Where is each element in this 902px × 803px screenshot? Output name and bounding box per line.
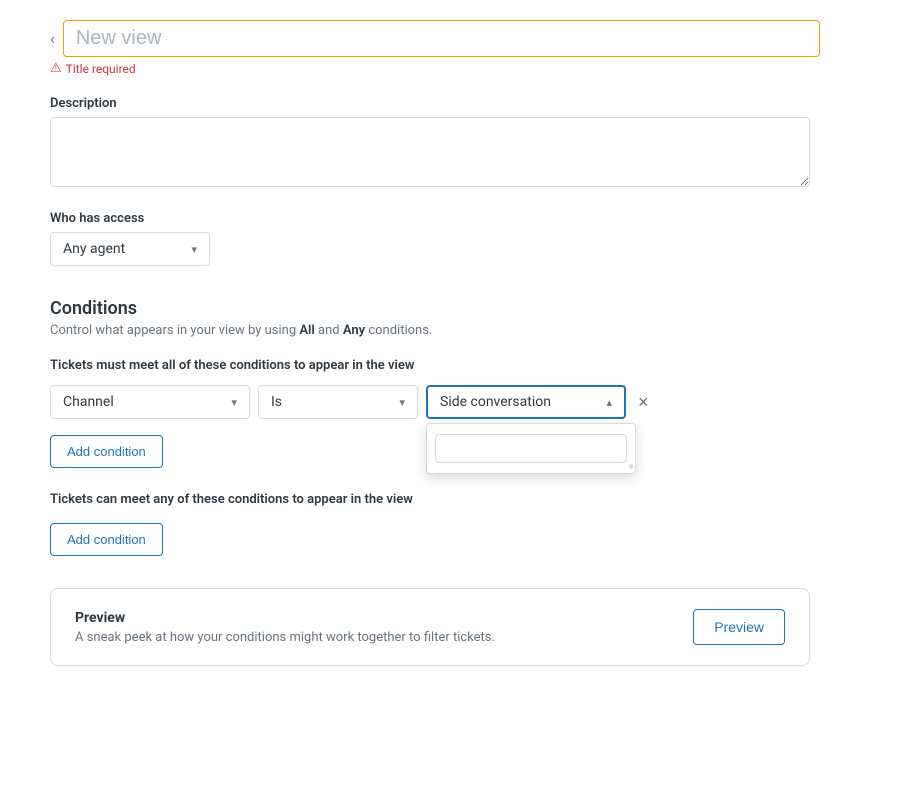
condition-value-dropdown[interactable]: Side conversation ▴ — [426, 385, 626, 419]
any-conditions-group: Tickets can meet any of these conditions… — [50, 492, 820, 556]
any-conditions-title: Tickets can meet any of these conditions… — [50, 492, 820, 507]
access-chevron-icon: ▾ — [191, 243, 197, 256]
preview-card-title: Preview — [75, 610, 495, 626]
conditions-section: Conditions Control what appears in your … — [50, 298, 820, 666]
description-input[interactable] — [50, 117, 810, 187]
close-icon: × — [638, 393, 649, 411]
remove-condition-button[interactable]: × — [634, 389, 653, 415]
preview-card: Preview A sneak peek at how your conditi… — [50, 588, 810, 666]
access-dropdown[interactable]: Any agent ▾ — [50, 232, 210, 266]
condition-row: Channel ▾ Is ▾ Side conversation ▴ — [50, 385, 820, 419]
condition-value-search-input[interactable] — [435, 434, 627, 463]
all-conditions-title: Tickets must meet all of these condition… — [50, 358, 820, 373]
condition-operator-chevron-icon: ▾ — [399, 396, 405, 409]
condition-operator-dropdown[interactable]: Is ▾ — [258, 385, 418, 419]
back-icon[interactable]: ‹ — [50, 31, 55, 47]
access-selected-value: Any agent — [63, 241, 125, 257]
condition-field-value: Channel — [63, 394, 114, 410]
warning-icon: ⚠ — [50, 61, 62, 76]
view-title-input[interactable] — [63, 20, 820, 57]
access-section: Who has access Any agent ▾ — [50, 211, 820, 266]
description-section: Description — [50, 96, 820, 191]
title-error: ⚠ Title required — [50, 61, 820, 76]
conditions-title: Conditions — [50, 298, 820, 319]
conditions-description: Control what appears in your view by usi… — [50, 323, 820, 338]
title-error-text: Title required — [66, 62, 136, 76]
preview-button[interactable]: Preview — [693, 609, 785, 645]
access-label: Who has access — [50, 211, 820, 226]
condition-operator-value: Is — [271, 394, 282, 410]
any-add-condition-button[interactable]: Add condition — [50, 523, 163, 556]
condition-value-chevron-up-icon: ▴ — [606, 396, 612, 409]
condition-value-dropdown-wrapper: Side conversation ▴ — [426, 385, 626, 419]
all-add-condition-button[interactable]: Add condition — [50, 435, 163, 468]
condition-field-chevron-icon: ▾ — [231, 396, 237, 409]
all-keyword: All — [299, 323, 314, 338]
description-label: Description — [50, 96, 820, 111]
all-conditions-group: Tickets must meet all of these condition… — [50, 358, 820, 468]
preview-card-description: A sneak peek at how your conditions migh… — [75, 630, 495, 645]
any-keyword: Any — [343, 323, 365, 338]
preview-card-content: Preview A sneak peek at how your conditi… — [75, 610, 495, 645]
dropdown-scrollbar[interactable] — [629, 464, 633, 469]
condition-value-panel — [426, 423, 636, 474]
condition-field-dropdown[interactable]: Channel ▾ — [50, 385, 250, 419]
condition-value-text: Side conversation — [440, 394, 551, 410]
